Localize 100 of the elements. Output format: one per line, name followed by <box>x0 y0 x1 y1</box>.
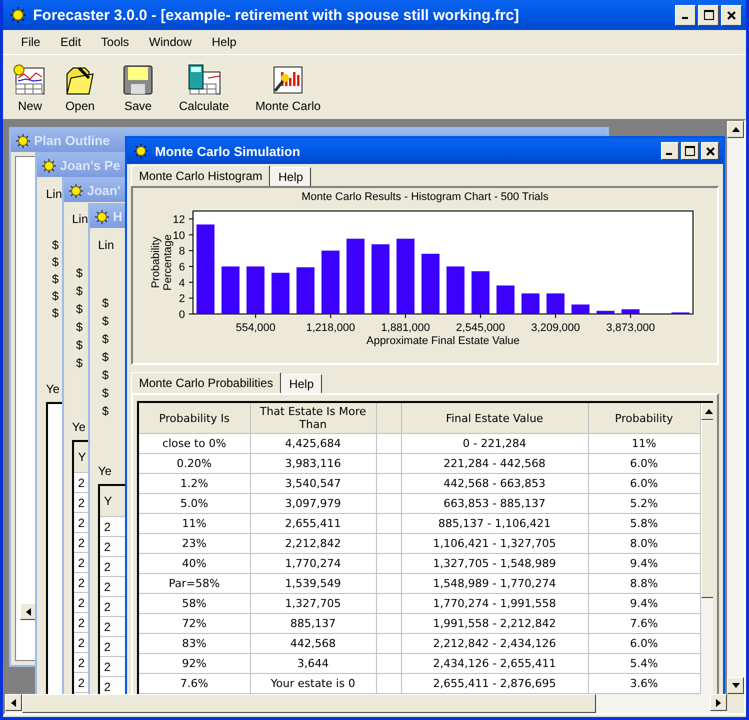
table-cell: 6.0% <box>588 474 700 494</box>
table-cell: 11% <box>139 514 250 534</box>
toolbar-button[interactable]: Open <box>49 64 111 113</box>
right-arrow-icon <box>716 698 721 706</box>
window-title: Plan Outline <box>34 133 110 148</box>
left-arrow-icon <box>11 698 16 706</box>
histogram-bar <box>222 266 240 314</box>
toolbar-button[interactable]: New <box>11 64 49 113</box>
sun-icon <box>15 132 31 148</box>
tab[interactable]: Monte Carlo Probabilities <box>131 372 282 393</box>
table-cell: 0.20% <box>139 454 250 474</box>
table-cell: 1,770,274 <box>250 554 376 574</box>
table-cell: 663,853 - 885,137 <box>401 494 588 514</box>
histogram-bar <box>422 254 440 314</box>
maximize-button[interactable] <box>681 142 699 160</box>
amount-text: $ <box>102 296 109 310</box>
window-title: H <box>113 209 122 224</box>
table-cell: 1,548,989 - 1,770,274 <box>401 574 588 594</box>
menu-item[interactable]: File <box>11 35 50 49</box>
maximize-button[interactable] <box>698 4 719 26</box>
amount-text: $ <box>76 266 83 280</box>
table-cell: 9.4% <box>588 594 700 614</box>
histogram-bar <box>522 293 540 314</box>
minimize-button[interactable] <box>661 142 679 160</box>
toolbar-button[interactable]: Calculate <box>165 64 243 113</box>
column-header: Probability <box>588 403 700 434</box>
x-tick-label: 1,218,000 <box>306 322 356 334</box>
amount-text: $ <box>76 320 83 334</box>
table-cell: 885,137 - 1,106,421 <box>401 514 588 534</box>
x-axis-label: Approximate Final Estate Value <box>366 335 520 347</box>
toolbar-button[interactable]: Save <box>111 64 165 113</box>
amount-text: $ <box>76 284 83 298</box>
vertical-scrollbar[interactable] <box>727 121 744 694</box>
toolbar-button[interactable]: Monte Carlo <box>243 64 333 113</box>
menu-item[interactable]: Window <box>139 35 202 49</box>
y-axis-label: Probability Percentage <box>150 234 174 291</box>
histogram-bar <box>596 310 614 314</box>
tab[interactable]: Monte Carlo Histogram <box>131 165 270 186</box>
table-cell: 2,212,842 - 2,434,126 <box>401 634 588 654</box>
column-header: Probability Is <box>139 403 250 434</box>
table-cell: 3,644 <box>250 654 376 674</box>
amount-text: $ <box>102 386 109 400</box>
x-tick-label: 1,881,000 <box>381 322 430 334</box>
table-cell: 1.2% <box>139 474 250 494</box>
up-arrow-icon <box>732 127 740 132</box>
minimize-button[interactable] <box>675 4 696 26</box>
amount-text: $ <box>102 350 109 364</box>
y-tick-label: 4 <box>178 277 185 290</box>
amount-text: $ <box>52 306 59 320</box>
sun-icon <box>133 143 149 159</box>
microphone-chart-icon <box>271 64 305 96</box>
histogram-bar <box>546 293 564 314</box>
tab[interactable]: Help <box>270 167 312 186</box>
window-title: Monte Carlo Simulation <box>155 144 302 158</box>
window-title: Joan's Pe <box>60 158 120 173</box>
amount-text: $ <box>102 404 109 418</box>
table-cell: 11% <box>588 434 700 454</box>
menu-item[interactable]: Tools <box>91 35 140 49</box>
table-cell: 3,097,979 <box>250 494 376 514</box>
amount-text: $ <box>52 255 59 269</box>
table-cell: 6.0% <box>588 634 700 654</box>
year-label: Ye <box>72 420 86 434</box>
close-icon <box>727 10 736 20</box>
amount-text: $ <box>52 238 59 252</box>
menu-item[interactable]: Edit <box>50 35 92 49</box>
y-tick-label: 8 <box>178 246 185 258</box>
y-tick-label: 10 <box>172 230 185 242</box>
table-cell: 885,137 <box>250 614 376 634</box>
close-button[interactable] <box>721 4 742 26</box>
table-cell: 7.6% <box>588 614 700 634</box>
table-cell: 442,568 - 663,853 <box>401 474 588 494</box>
y-tick-label: 12 <box>172 214 185 226</box>
y-tick-label: 0 <box>178 309 185 321</box>
line-label: Lin <box>46 187 62 201</box>
histogram-bar <box>446 266 464 314</box>
histogram-bar <box>622 309 640 314</box>
menu-item[interactable]: Help <box>202 35 246 49</box>
table-cell: 72% <box>139 614 250 634</box>
table-cell: 2,434,126 - 2,655,411 <box>401 654 588 674</box>
amount-text: $ <box>52 272 59 286</box>
sun-icon <box>68 182 84 198</box>
sun-icon <box>9 6 27 24</box>
table-cell: 1,539,549 <box>250 574 376 594</box>
horizontal-scrollbar[interactable] <box>5 694 727 713</box>
table-cell: 5.4% <box>588 654 700 674</box>
window-title: Forecaster 3.0.0 - [example- retirement with spouse still working.frc] <box>33 6 520 24</box>
close-button[interactable] <box>701 142 719 160</box>
table-cell: 4,425,684 <box>250 434 376 454</box>
column-header: Final Estate Value <box>401 403 588 434</box>
chart-title: Monte Carlo Results - Histogram Chart - 500 Trials <box>300 190 550 203</box>
tab[interactable]: Help <box>281 374 322 393</box>
amount-text: $ <box>102 314 109 328</box>
table-cell: 1,327,705 <box>250 594 376 614</box>
amount-text: $ <box>52 289 59 303</box>
table-cell: 8.0% <box>588 534 700 554</box>
y-tick-label: 2 <box>178 293 185 306</box>
histogram-bar <box>296 267 314 314</box>
table-cell: 40% <box>139 554 250 574</box>
x-tick-label: 554,000 <box>236 322 276 334</box>
calculator-icon <box>186 64 222 96</box>
